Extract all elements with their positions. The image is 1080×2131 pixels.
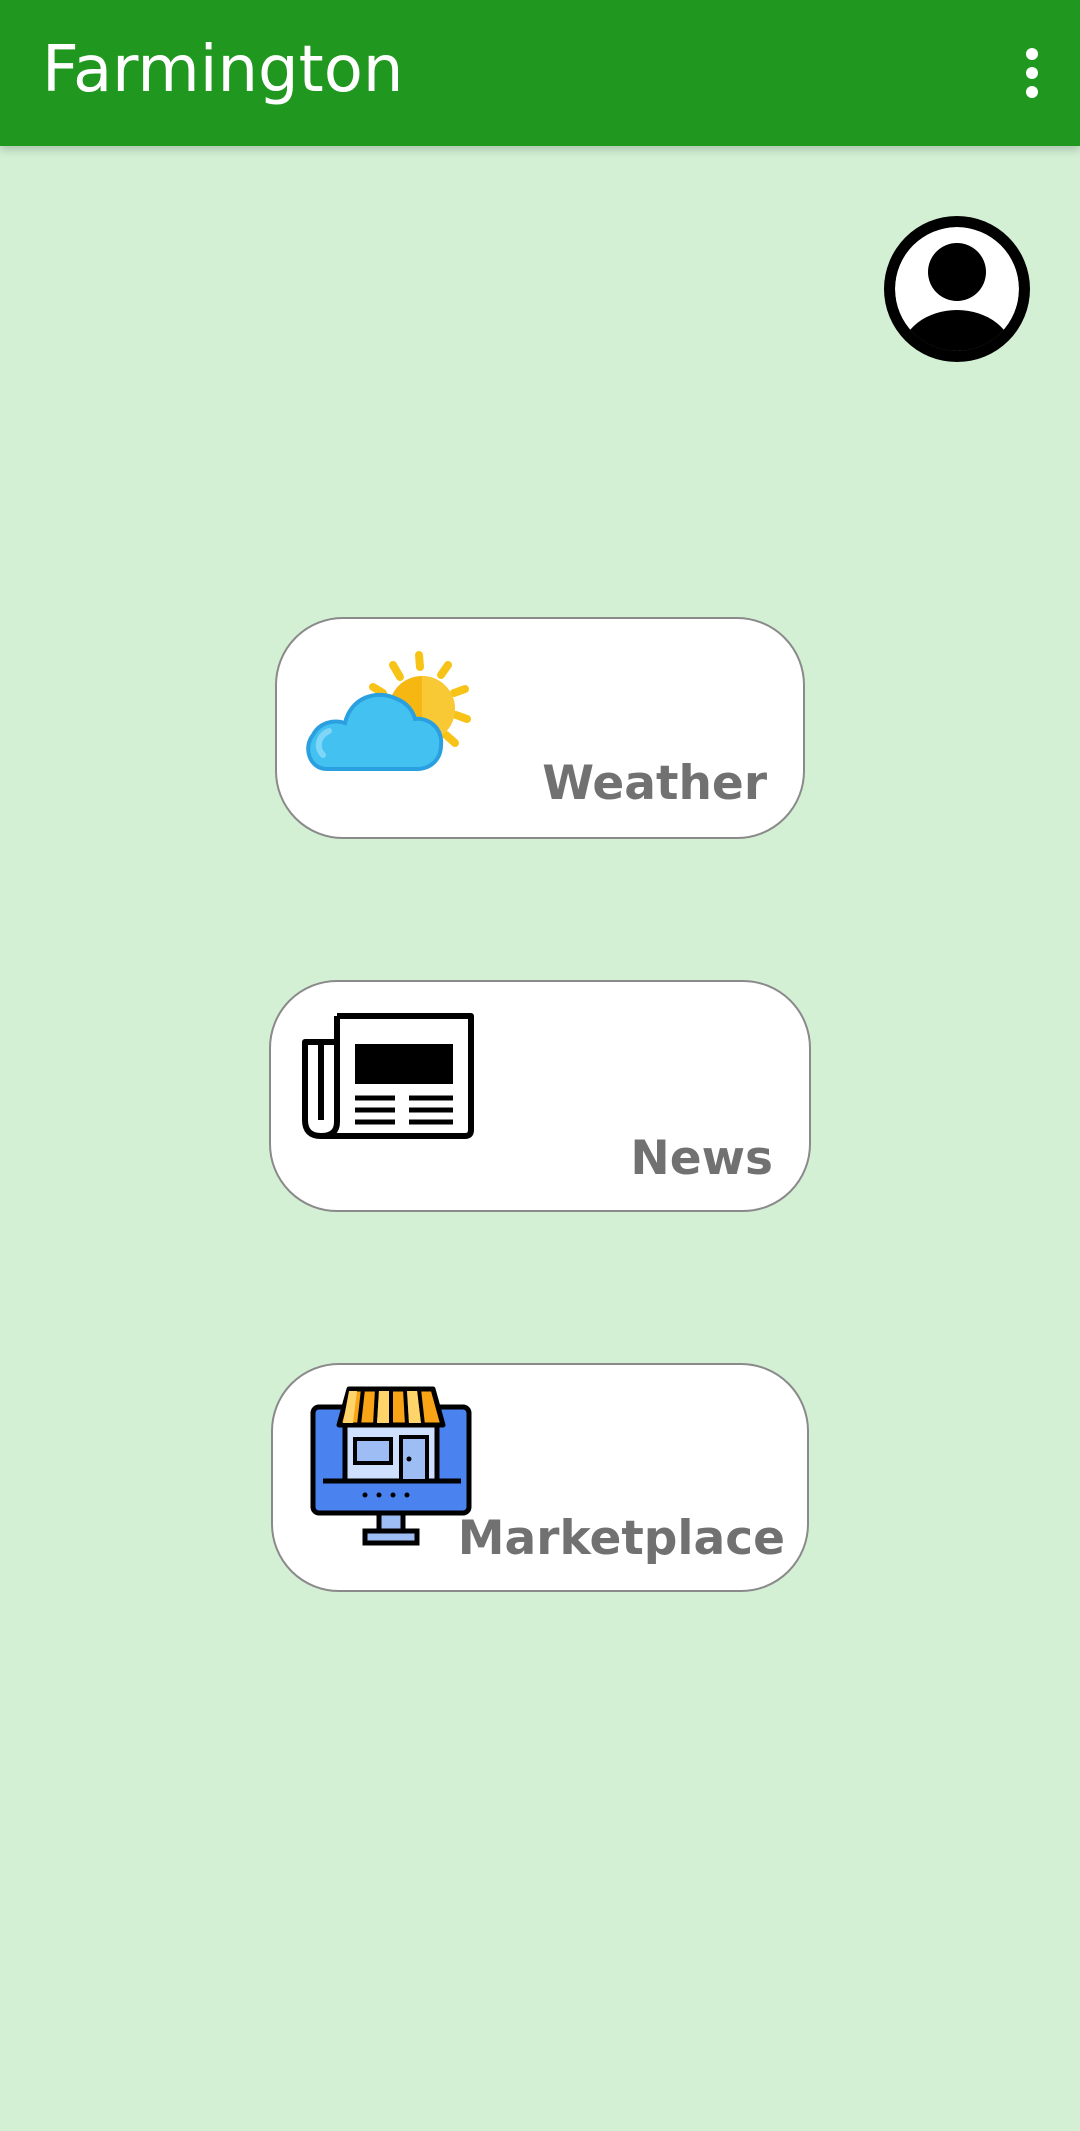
profile-button[interactable] [884,216,1030,362]
marketplace-card[interactable]: Marketplace [271,1363,809,1592]
weather-icon [306,651,471,771]
news-label: News [630,1131,773,1186]
news-card[interactable]: News [269,980,811,1212]
storefront-icon [310,1386,472,1546]
app-title: Farmington [42,33,404,107]
weather-card[interactable]: Weather [275,617,805,839]
weather-label: Weather [542,756,767,811]
overflow-menu-button[interactable] [996,40,1068,106]
newspaper-icon [302,1013,474,1139]
more-vert-icon [1026,48,1038,98]
app-bar: Farmington [0,0,1080,146]
account-circle-icon [884,216,1030,362]
marketplace-label: Marketplace [457,1511,785,1566]
